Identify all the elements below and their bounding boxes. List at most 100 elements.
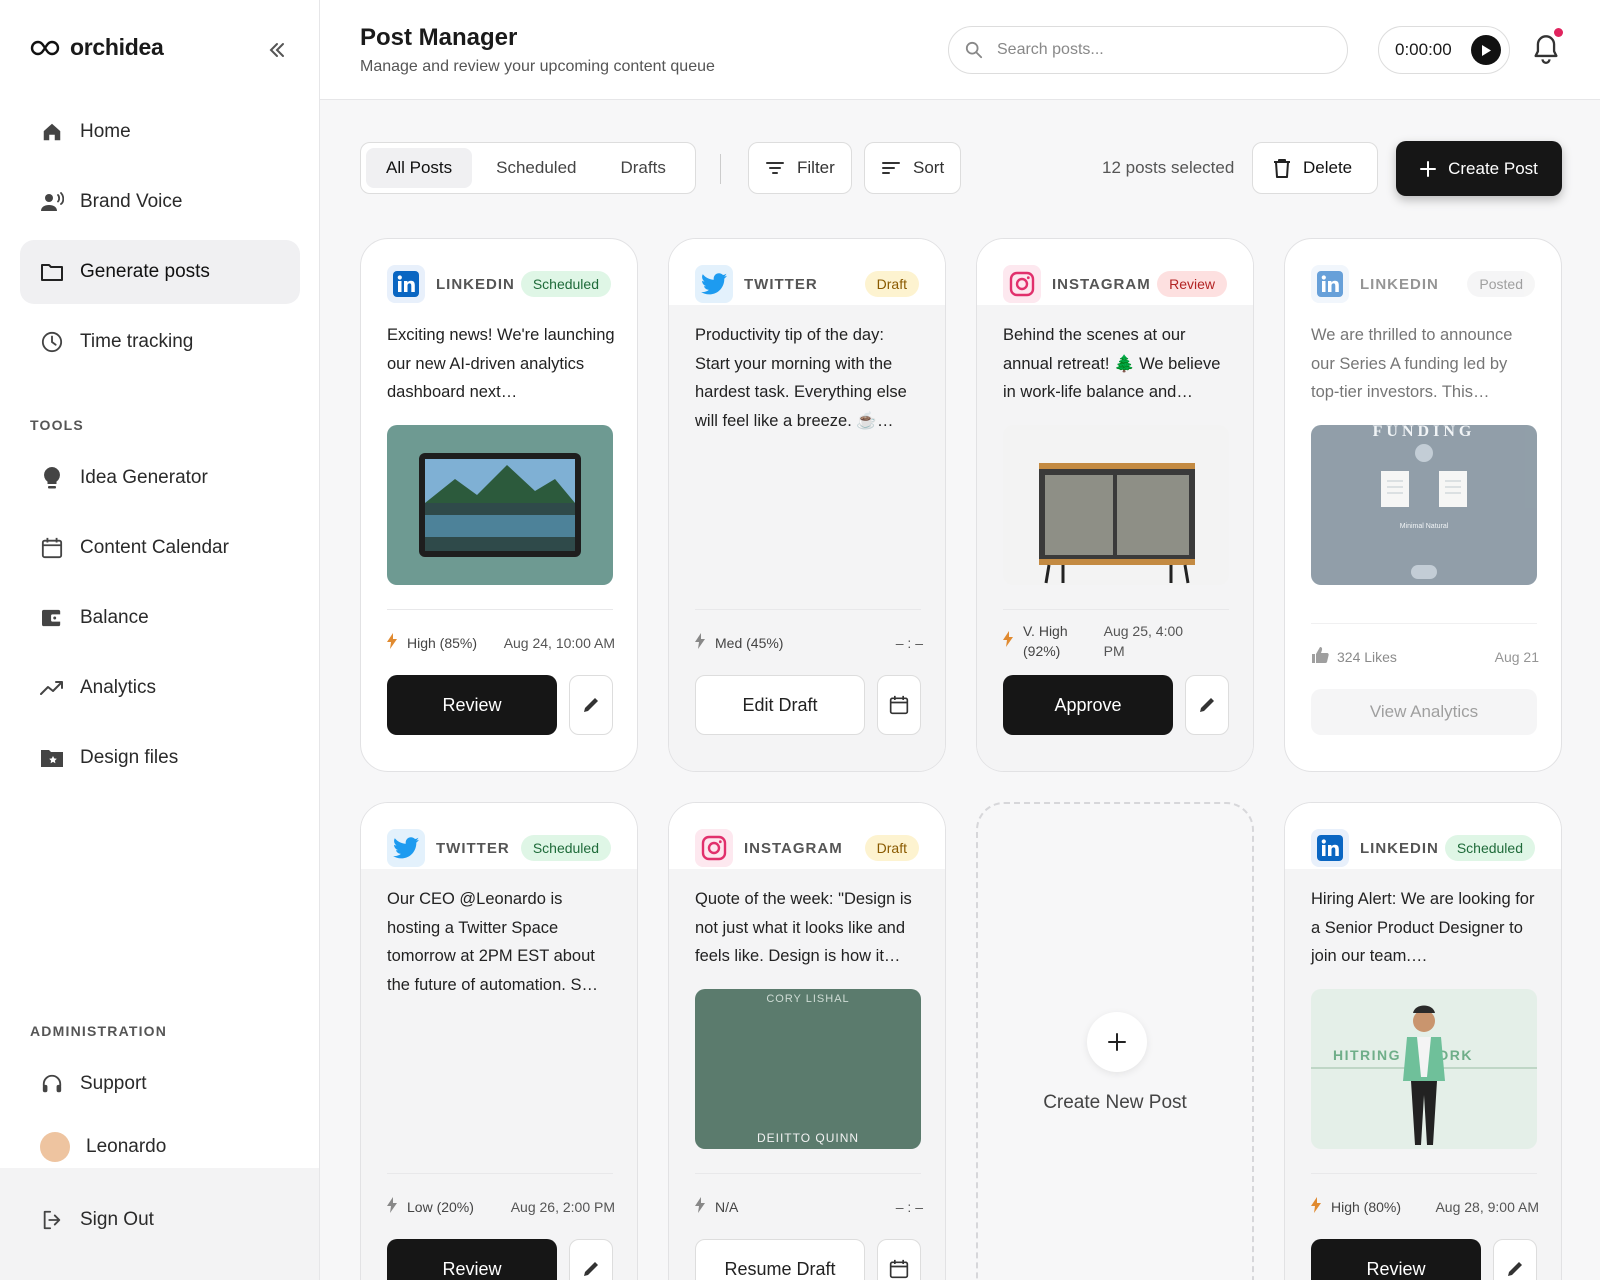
user-profile[interactable]: Leonardo [40,1132,166,1162]
bell-icon[interactable] [1532,34,1560,64]
post-meta: High (80%) Aug 28, 9:00 AM [1311,1197,1539,1216]
post-text: Exciting news! We're launching our new A… [387,326,615,401]
collapse-sidebar-button[interactable] [262,36,292,64]
engagement-score: High (85%) [407,634,478,651]
platform-name: LINKEDIN [1360,840,1439,857]
approve-button[interactable]: Approve [1003,675,1173,735]
edit-button[interactable] [1493,1239,1537,1280]
search-placeholder: Search posts... [997,41,1104,58]
page-subtitle: Manage and review your upcoming content … [360,58,715,75]
card-divider [1311,623,1537,624]
bolt-icon [695,1197,709,1216]
search-input[interactable]: Search posts... [948,26,1348,74]
avatar [40,1132,70,1162]
brand-logo[interactable]: orchidea [30,34,164,61]
create-post-label: Create Post [1448,158,1538,178]
post-meta: High (85%) Aug 24, 10:00 AM [387,633,615,652]
card-divider [695,1173,921,1174]
post-tabs: All Posts Scheduled Drafts [360,142,696,194]
tab-drafts[interactable]: Drafts [600,148,685,188]
create-new-post-card[interactable]: Create New Post [976,802,1254,1280]
sidebar-item-label: Content Calendar [80,537,229,558]
post-text: We are thrilled to announce our Series A… [1311,326,1513,401]
timer-value: 0:00:00 [1395,40,1452,59]
create-post-button[interactable]: Create Post [1396,141,1562,196]
post-text: Hiring Alert: We are looking for a Senio… [1311,890,1535,965]
status-badge: Scheduled [1444,835,1535,861]
view-analytics-button[interactable]: View Analytics [1311,689,1537,735]
plus-icon [1420,160,1437,177]
platform-name: INSTAGRAM [1052,276,1151,293]
sign-out-button[interactable]: Sign Out [20,1188,300,1252]
card-divider [1003,609,1229,610]
administration-section-label: ADMINISTRATION [30,1023,168,1039]
post-card[interactable]: INSTAGRAM Draft Quote of the week: "Desi… [668,802,946,1280]
edit-button[interactable] [569,675,613,735]
review-button[interactable]: Review [387,675,557,735]
score-line: (92%) [1023,643,1061,659]
edit-button[interactable] [569,1239,613,1280]
engagement-score: Low (20%) [407,1198,474,1215]
bulb-icon [40,466,64,490]
status-badge: Draft [864,271,919,297]
instagram-icon [1003,265,1041,303]
post-image [387,425,613,585]
resume-draft-button[interactable]: Resume Draft [695,1239,865,1280]
sidebar-item-idea-generator[interactable]: Idea Generator [20,446,300,510]
sidebar-item-time-tracking[interactable]: Time tracking [20,310,300,374]
review-button[interactable]: Review [387,1239,557,1280]
post-card[interactable]: INSTAGRAM Review Behind the scenes at ou… [976,238,1254,772]
sidebar-item-brand-voice[interactable]: Brand Voice [20,170,300,234]
post-card[interactable]: LINKEDIN Scheduled Hiring Alert: We are … [1284,802,1562,1280]
sidebar-item-design-files[interactable]: Design files [20,726,300,790]
edit-draft-button[interactable]: Edit Draft [695,675,865,735]
sidebar-item-generate-posts[interactable]: Generate posts [20,240,300,304]
infinity-logo-icon [30,40,60,55]
timer-widget[interactable]: 0:00:00 [1378,26,1510,74]
trash-icon [1274,159,1290,178]
twitter-icon [695,265,733,303]
sidebar-item-analytics[interactable]: Analytics [20,656,300,720]
post-card[interactable]: TWITTER Draft Productivity tip of the da… [668,238,946,772]
notification-dot [1554,28,1563,37]
star-folder-icon [40,746,64,770]
sidebar-item-content-calendar[interactable]: Content Calendar [20,516,300,580]
status-badge: Review [1157,271,1227,297]
bolt-icon [1311,1197,1325,1216]
create-new-post-label: Create New Post [1043,1092,1187,1113]
engagement-score: V. High (92%) [1023,621,1068,661]
image-top-text: CORY LISHAL [766,993,850,1005]
sort-button[interactable]: Sort [864,142,962,194]
post-card[interactable]: LINKEDIN Posted We are thrilled to annou… [1284,238,1562,772]
sign-out-label: Sign Out [80,1209,154,1230]
tab-scheduled[interactable]: Scheduled [476,148,596,188]
add-button[interactable] [1087,1012,1147,1072]
thumbs-up-icon [1311,647,1331,666]
toolbar: All Posts Scheduled Drafts Filter Sort 1… [360,141,1562,196]
post-card[interactable]: TWITTER Scheduled Our CEO @Leonardo is h… [360,802,638,1280]
top-bar: Post Manager Manage and review your upco… [320,0,1600,100]
linkedin-icon [387,265,425,303]
edit-button[interactable] [1185,675,1229,735]
voice-icon [40,190,64,214]
sidebar-item-support[interactable]: Support [20,1052,300,1116]
delete-button[interactable]: Delete [1252,142,1378,194]
sidebar-item-home[interactable]: Home [20,100,300,164]
play-button[interactable] [1471,35,1501,65]
sidebar-item-label: Balance [80,607,149,628]
schedule-button[interactable] [877,1239,921,1280]
post-date: – : – [895,634,923,651]
post-card[interactable]: LINKEDIN Scheduled Exciting news! We're … [360,238,638,772]
post-text: Our CEO @Leonardo is hosting a Twitter S… [387,890,598,994]
filter-button[interactable]: Filter [748,142,852,194]
review-button[interactable]: Review [1311,1239,1481,1280]
sidebar-item-balance[interactable]: Balance [20,586,300,650]
post-image [1003,425,1229,585]
tab-all-posts[interactable]: All Posts [366,148,473,188]
sidebar-item-label: Idea Generator [80,467,208,488]
post-image: FUNDING Minimal Natural [1311,425,1537,585]
calendar-icon [889,1259,909,1279]
headset-icon [40,1072,64,1096]
schedule-button[interactable] [877,675,921,735]
post-date: Aug 21 [1494,648,1539,665]
